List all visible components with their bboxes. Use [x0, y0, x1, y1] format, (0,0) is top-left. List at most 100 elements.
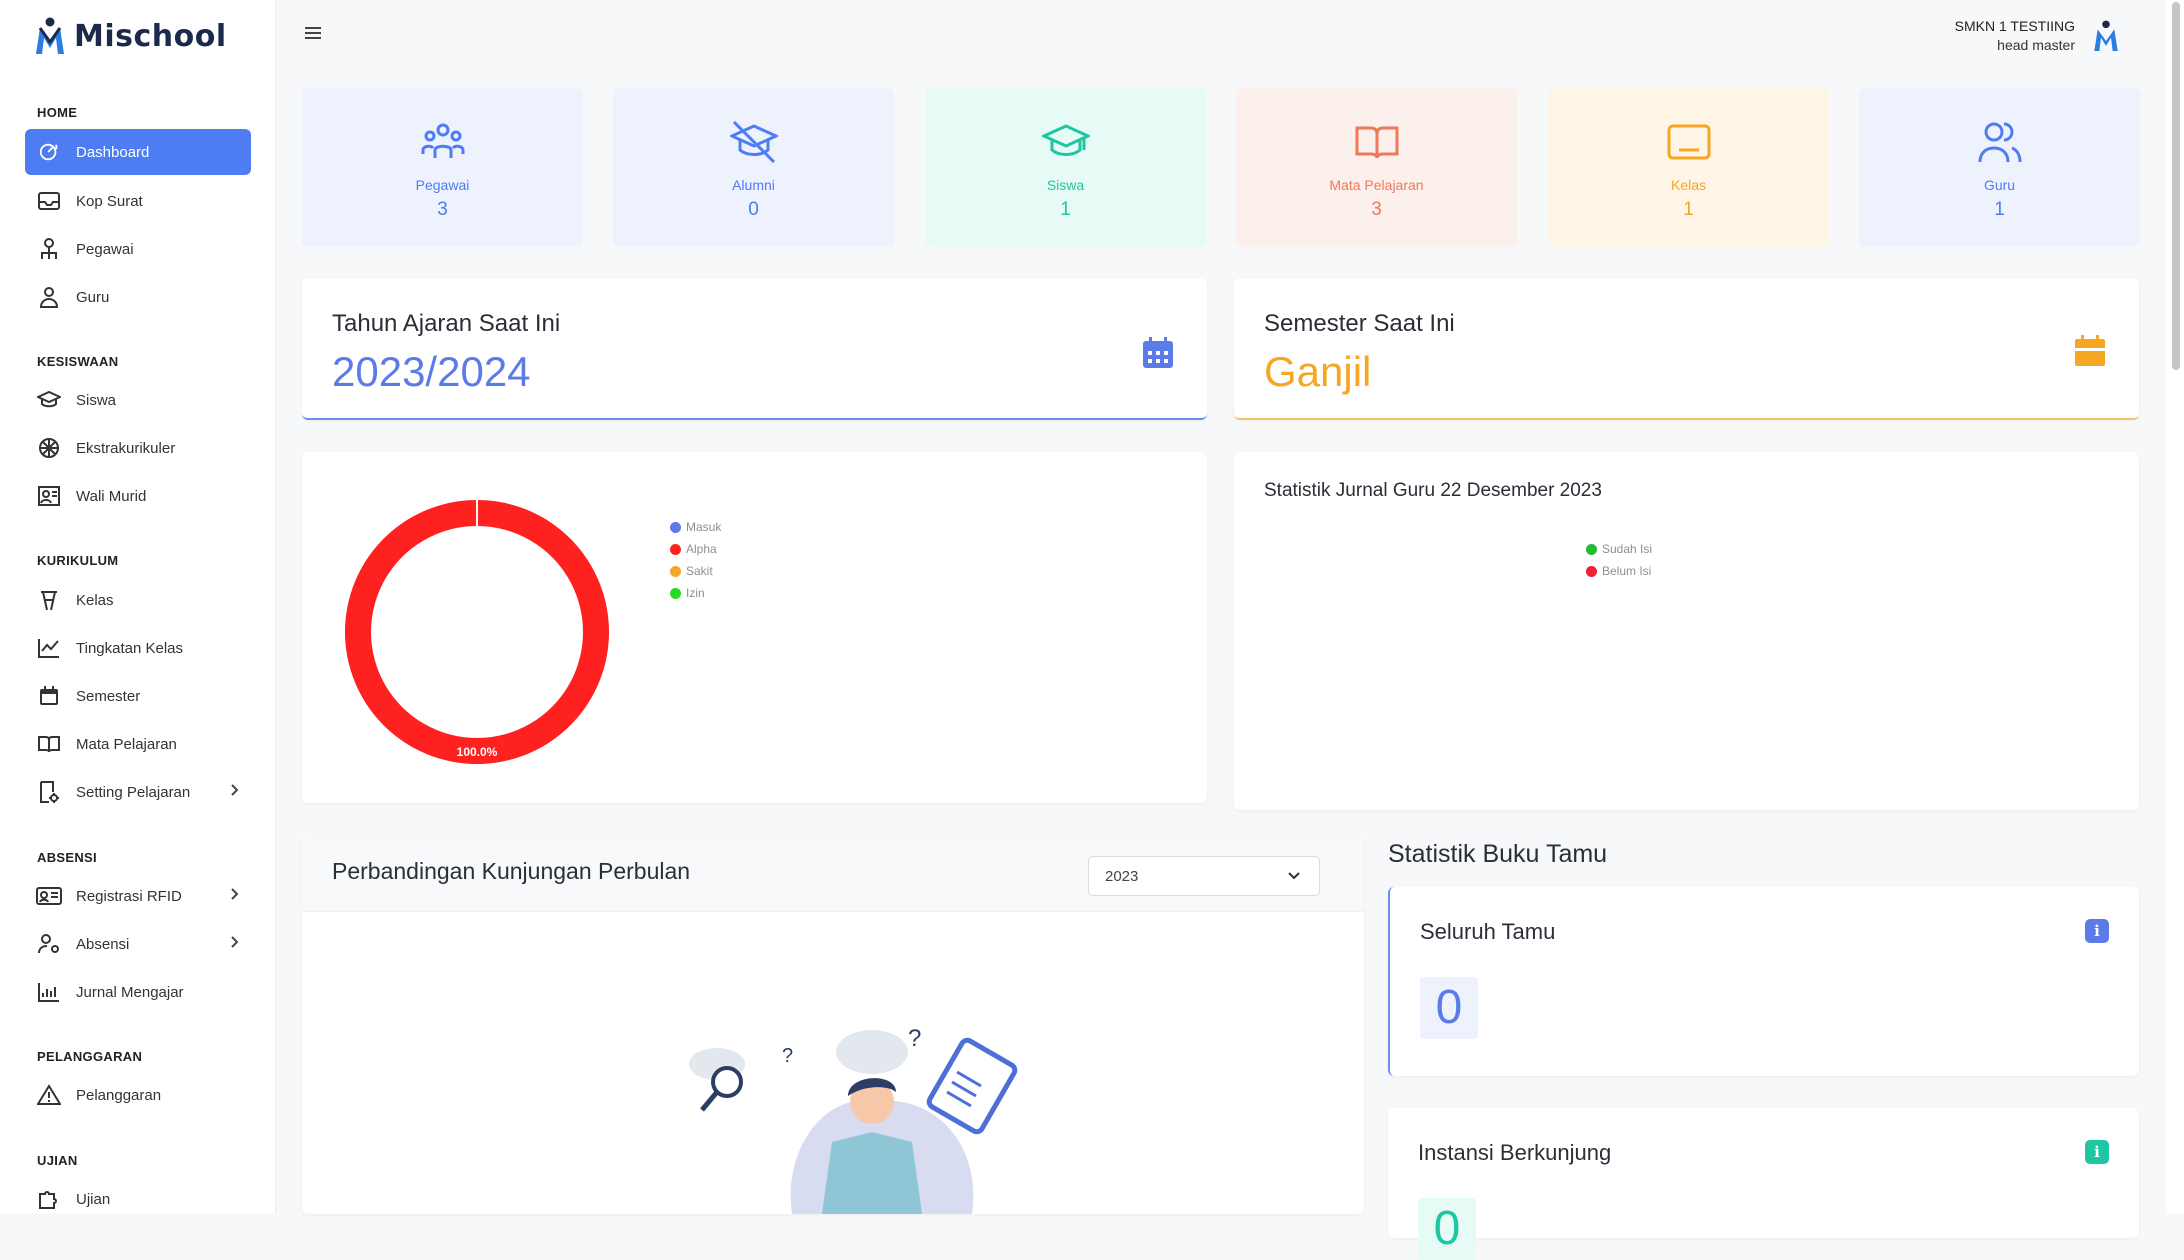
- sidebar-item-wali-murid[interactable]: Wali Murid: [25, 473, 251, 519]
- sidebar-item-label: Ekstrakurikuler: [76, 439, 176, 457]
- book-open-icon: [1355, 126, 1398, 159]
- chevron-right-icon: [231, 888, 239, 900]
- sidebar-item-label: Wali Murid: [76, 487, 147, 505]
- stat-value: 3: [437, 199, 448, 220]
- sidebar-item-label: Ujian: [76, 1190, 111, 1208]
- logo-icon: [36, 17, 64, 54]
- section-ujian: UJIAN: [37, 1153, 78, 1168]
- legend-label: Sudah Isi: [1602, 542, 1653, 556]
- legend-label: Belum Isi: [1602, 564, 1652, 578]
- dashboard-icon: [36, 139, 62, 165]
- stat-card-mata-pelajaran[interactable]: Mata Pelajaran 3: [1236, 88, 1517, 247]
- year-select[interactable]: 2023: [1088, 856, 1320, 896]
- stat-card-kelas[interactable]: Kelas 1: [1548, 88, 1829, 247]
- sidebar-item-absensi[interactable]: Absensi: [25, 921, 251, 967]
- semester-title: Semester Saat Ini: [1264, 310, 1455, 337]
- sidebar-item-label: Siswa: [76, 391, 117, 409]
- legend-marker: [670, 543, 681, 555]
- topbar: SMKN 1 TESTIING head master: [277, 0, 2167, 72]
- graduation-cap-icon: [36, 387, 62, 413]
- stat-value: 1: [1994, 199, 2005, 220]
- stat-card-alumni[interactable]: Alumni 0: [613, 88, 894, 247]
- chevron-right-icon: [231, 936, 239, 948]
- stat-card-pegawai[interactable]: Pegawai 3: [302, 88, 583, 247]
- settings-book-icon: [36, 779, 62, 805]
- graduation-cap-icon: [1039, 124, 1092, 156]
- sidebar-item-ekstrakurikuler[interactable]: Ekstrakurikuler: [25, 425, 251, 471]
- scrollbar[interactable]: [2166, 0, 2184, 1214]
- semester-value: Ganjil: [1264, 348, 1372, 395]
- jurnal-chart-card: Statistik Jurnal Guru 22 Desember 2023 S…: [1234, 452, 2139, 810]
- seluruh-tamu-card: Seluruh Tamu i 0: [1388, 887, 2139, 1076]
- app-logo[interactable]: Mischool: [32, 16, 227, 56]
- stat-card-siswa[interactable]: Siswa 1: [925, 88, 1206, 247]
- info-icon[interactable]: i: [2085, 919, 2109, 943]
- hamburger-menu-icon[interactable]: [305, 26, 321, 40]
- donut-slice-alpha[interactable]: [344, 500, 609, 764]
- sidebar-item-registrasi-rfid[interactable]: Registrasi RFID: [25, 873, 251, 919]
- legend-item-masuk[interactable]: Masuk: [670, 516, 721, 538]
- stat-value: 1: [1683, 199, 1694, 220]
- legend-item-izin[interactable]: Izin: [670, 582, 721, 604]
- sidebar-item-dashboard[interactable]: Dashboard: [25, 129, 251, 175]
- screen-icon: [1667, 124, 1710, 160]
- sidebar-item-ujian[interactable]: Ujian: [25, 1176, 251, 1222]
- sidebar-item-label: Kelas: [76, 591, 114, 609]
- user-info[interactable]: SMKN 1 TESTIING head master: [1955, 17, 2075, 55]
- book-icon: [36, 731, 62, 757]
- section-absensi: ABSENSI: [37, 850, 97, 865]
- legend-label: Izin: [686, 586, 705, 600]
- sidebar-item-pelanggaran[interactable]: Pelanggaran: [25, 1072, 251, 1118]
- user-group-icon: [1978, 122, 2021, 163]
- semester-card: Semester Saat Ini Ganjil: [1234, 278, 2139, 420]
- calendar-icon: [1143, 337, 1173, 368]
- instansi-berkunjung-card: Instansi Berkunjung i 0: [1388, 1108, 2139, 1260]
- sidebar-item-label: Semester: [76, 687, 141, 705]
- kunjungan-title: Perbandingan Kunjungan Perbulan: [332, 858, 691, 884]
- stat-label: Alumni: [732, 177, 775, 193]
- tahun-ajaran-title: Tahun Ajaran Saat Ini: [332, 310, 561, 337]
- seluruh-tamu-label: Seluruh Tamu: [1420, 919, 1556, 944]
- stat-value: 1: [1060, 199, 1071, 220]
- logo-text: Mischool: [74, 18, 227, 54]
- sidebar-item-semester[interactable]: Semester: [25, 673, 251, 719]
- mail-icon: [36, 188, 62, 214]
- sidebar-item-label: Registrasi RFID: [76, 887, 182, 905]
- attendance-legend: Masuk Alpha Sakit Izin: [670, 516, 721, 604]
- attendance-chart-card: 100.0% Masuk Alpha Sakit Izin: [302, 452, 1207, 803]
- id-card-icon: [36, 883, 62, 909]
- sidebar-item-setting-pelajaran[interactable]: Setting Pelajaran: [25, 769, 251, 815]
- legend-marker: [670, 565, 681, 577]
- legend-item-alpha[interactable]: Alpha: [670, 538, 721, 560]
- info-icon[interactable]: i: [2085, 1140, 2109, 1164]
- sidebar-item-label: Dashboard: [76, 143, 150, 161]
- sidebar-item-label: Pegawai: [76, 240, 134, 258]
- sidebar-item-jurnal-mengajar[interactable]: Jurnal Mengajar: [25, 969, 251, 1015]
- sidebar-item-mata-pelajaran[interactable]: Mata Pelajaran: [25, 721, 251, 767]
- legend-item-sakit[interactable]: Sakit: [670, 560, 721, 582]
- scrollbar-thumb[interactable]: [2172, 2, 2180, 370]
- puzzle-icon: [36, 1186, 62, 1212]
- sidebar-item-label: Jurnal Mengajar: [76, 983, 184, 1001]
- instansi-berkunjung-label: Instansi Berkunjung: [1418, 1140, 1612, 1165]
- tahun-ajaran-value: 2023/2024: [332, 348, 531, 395]
- jurnal-title: Statistik Jurnal Guru 22 Desember 2023: [1264, 480, 1602, 501]
- legend-marker: [1586, 543, 1597, 555]
- graduate-off-icon: [727, 120, 780, 164]
- stat-card-guru[interactable]: Guru 1: [1859, 88, 2140, 247]
- sidebar-item-tingkatan-kelas[interactable]: Tingkatan Kelas: [25, 625, 251, 671]
- sidebar-item-label: Setting Pelajaran: [76, 783, 191, 801]
- section-pelanggaran: PELANGGARAN: [37, 1049, 143, 1064]
- sidebar-item-pegawai[interactable]: Pegawai: [25, 226, 251, 272]
- school-name: SMKN 1 TESTIING: [1954, 18, 2075, 34]
- legend-item-belum-isi[interactable]: Belum Isi: [1586, 560, 1652, 582]
- avatar[interactable]: [2091, 18, 2121, 54]
- sidebar-item-siswa[interactable]: Siswa: [25, 377, 251, 423]
- teacher-icon: [36, 284, 62, 310]
- sidebar-item-kop-surat[interactable]: Kop Surat: [25, 178, 251, 224]
- stat-value: 0: [748, 199, 759, 220]
- legend-item-sudah-isi[interactable]: Sudah Isi: [1586, 538, 1652, 560]
- sidebar-item-kelas[interactable]: Kelas: [25, 577, 251, 623]
- sidebar-item-guru[interactable]: Guru: [25, 274, 251, 320]
- svg-text:?: ?: [908, 1025, 921, 1052]
